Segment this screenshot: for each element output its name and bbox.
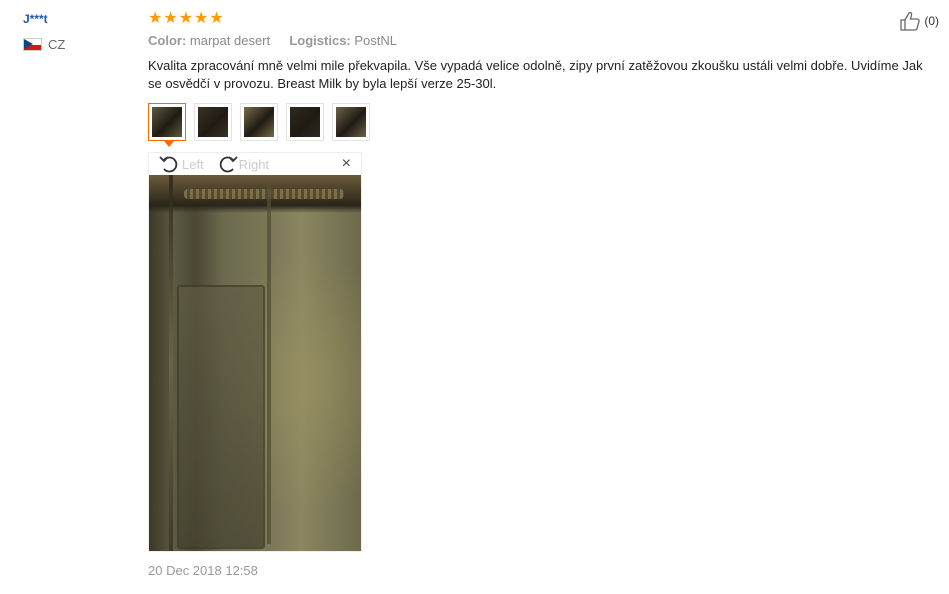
rotate-left-button[interactable]: Left: [159, 154, 204, 174]
star-rating: ★ ★ ★ ★ ★: [148, 10, 938, 27]
color-label: Color:: [148, 33, 187, 48]
reviewer-country: CZ: [23, 37, 65, 52]
review-body: ★ ★ ★ ★ ★ Color: marpat desert Logistics: Po…: [148, 10, 938, 93]
photo-thumbnail[interactable]: [286, 103, 324, 141]
like-count: (0): [924, 14, 939, 28]
rotate-right-icon: [219, 156, 238, 173]
country-code: CZ: [48, 37, 66, 52]
czech-flag-icon: [23, 38, 42, 51]
star-icon: ★: [163, 10, 178, 27]
rotate-right-label: Right: [238, 156, 270, 172]
close-viewer-button[interactable]: ×: [342, 155, 351, 173]
photo-thumbnail[interactable]: [194, 103, 232, 141]
active-thumbnail-indicator: [164, 141, 174, 147]
color-value: marpat desert: [189, 33, 271, 48]
review-text: Kvalita zpracování mně velmi mile překva…: [148, 58, 923, 91]
photo-viewer: Left Right ×: [148, 152, 362, 552]
logistics-label: Logistics:: [289, 33, 351, 48]
photo-thumbnail[interactable]: [332, 103, 370, 141]
rotate-left-label: Left: [182, 156, 204, 172]
review-date: 20 Dec 2018 12:58: [148, 563, 258, 578]
thumbnail-image: [336, 107, 366, 137]
photo-thumbnails: [148, 103, 370, 147]
review-meta: Color: marpat desert Logistics: PostNL: [148, 33, 938, 49]
star-icon: ★: [148, 10, 163, 27]
thumbnail-image: [198, 107, 228, 137]
photo-thumbnail[interactable]: [148, 103, 186, 147]
rotate-left-icon: [159, 156, 178, 173]
rotate-right-button[interactable]: Right: [216, 154, 269, 174]
reviewer-info: J***t CZ: [23, 10, 65, 52]
reviewer-name: J***t: [23, 12, 48, 26]
review-photo: [149, 175, 361, 551]
photo-thumbnail[interactable]: [240, 103, 278, 141]
star-icon: ★: [209, 10, 224, 27]
thumbnail-image: [152, 107, 182, 137]
thumbnail-image: [244, 107, 274, 137]
star-icon: ★: [194, 10, 209, 27]
logistics-value: PostNL: [354, 33, 398, 48]
thumbnail-image: [290, 107, 320, 137]
thumbs-up-icon: [900, 11, 921, 31]
viewer-toolbar: Left Right ×: [149, 153, 361, 175]
like-button[interactable]: (0): [900, 11, 939, 31]
star-icon: ★: [178, 10, 194, 27]
